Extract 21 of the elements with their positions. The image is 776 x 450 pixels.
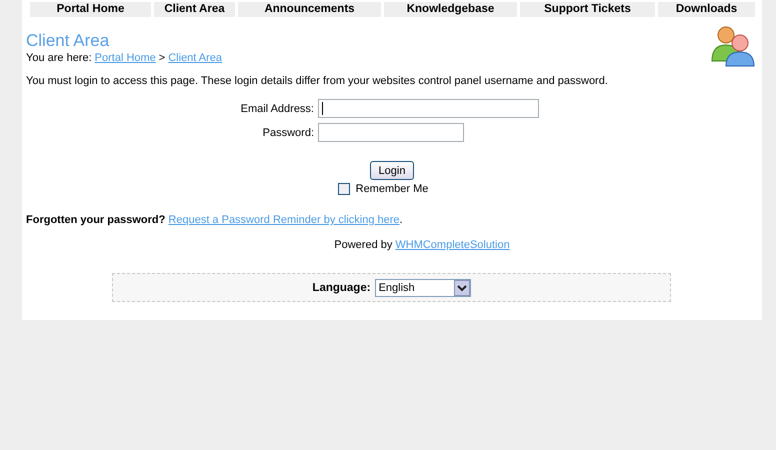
nav-tab[interactable]: Portal Home — [30, 2, 151, 17]
language-select[interactable]: English — [374, 278, 471, 296]
nav-tab[interactable]: Client Area — [154, 2, 235, 17]
email-field[interactable] — [318, 99, 539, 118]
breadcrumb-separator: > — [158, 51, 166, 65]
intro-text: You must login to access this page. These login details differ from your websites control panel username and password. — [26, 74, 609, 88]
breadcrumb-prefix: You are here: — [26, 51, 92, 65]
nav-tab[interactable]: Support Tickets — [520, 2, 655, 17]
login-button[interactable]: Login — [370, 161, 414, 180]
field-label: Email Address: — [240, 102, 314, 114]
nav-tab[interactable]: Announcements — [238, 2, 381, 17]
remember-checkbox[interactable] — [338, 183, 350, 195]
forgot-password-text: Forgotten your password? Request a Password Reminder by clicking here. — [26, 213, 404, 227]
nav-tab[interactable]: Knowledgebase — [384, 2, 517, 17]
nav-tab[interactable]: Downloads — [658, 2, 755, 17]
language-label: Language: — [312, 282, 371, 294]
field-label: Password: — [262, 126, 314, 138]
remember-label: Remember Me — [356, 183, 428, 195]
password-field[interactable] — [318, 123, 464, 142]
page-title: Client Area — [26, 31, 110, 51]
powered-by-text: Powered by — [334, 238, 392, 252]
